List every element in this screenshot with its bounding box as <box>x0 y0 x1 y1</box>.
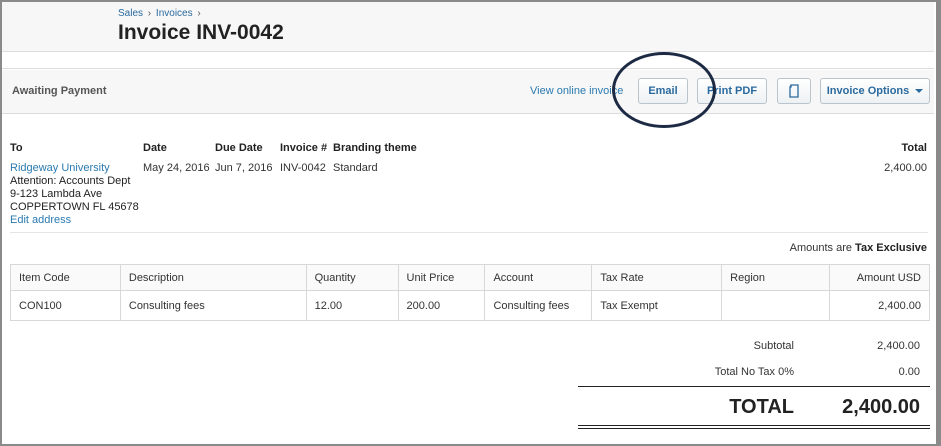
column-header: Region <box>721 264 831 291</box>
breadcrumb-sales[interactable]: Sales <box>118 8 143 19</box>
email-button[interactable]: Email <box>638 78 688 104</box>
amount-cell: 2,400.00 <box>829 290 930 321</box>
tax-rate-cell: Tax Exempt <box>591 290 723 321</box>
column-header: Account <box>484 264 593 291</box>
totals-divider <box>578 386 930 387</box>
invoice-options-label: Invoice Options <box>826 85 910 97</box>
line-items-table: Item Code Description Quantity Unit Pric… <box>10 264 930 321</box>
breadcrumb-separator: › <box>147 8 152 19</box>
invoice-total: 2,400.00 <box>884 162 927 174</box>
table-header-row: Item Code Description Quantity Unit Pric… <box>10 264 930 291</box>
copy-icon <box>789 84 799 98</box>
header-spacer <box>2 53 934 69</box>
column-header: Unit Price <box>397 264 486 291</box>
grand-total-value: 2,400.00 <box>842 396 920 418</box>
description-cell: Consulting fees <box>119 290 307 321</box>
invoice-number-label: Invoice # <box>280 142 328 154</box>
address-line: COPPERTOWN FL 45678 <box>10 201 139 213</box>
address-line: 9-123 Lambda Ave <box>10 188 103 200</box>
date-label: Date <box>143 142 167 154</box>
divider <box>10 232 928 233</box>
column-header: Tax Rate <box>591 264 723 291</box>
contact-name-link[interactable]: Ridgeway University <box>10 162 139 175</box>
account-cell: Consulting fees <box>484 290 593 321</box>
address-line: Attention: Accounts Dept <box>10 175 131 187</box>
due-date-label: Due Date <box>215 142 263 154</box>
quantity-cell: 12.00 <box>305 290 399 321</box>
edit-address-link[interactable]: Edit address <box>10 214 139 227</box>
breadcrumb-invoices[interactable]: Invoices <box>156 8 193 19</box>
caret-down-icon <box>915 89 924 93</box>
branding-theme: Standard <box>333 162 378 174</box>
invoice-number: INV-0042 <box>280 162 326 174</box>
action-bar: Awaiting Payment View online invoice Ema… <box>2 70 934 114</box>
grand-total-label: TOTAL <box>729 396 794 418</box>
invoice-options-button[interactable]: Invoice Options <box>820 78 930 104</box>
total-label: Total <box>901 142 927 154</box>
breadcrumb: Sales › Invoices › <box>118 8 203 19</box>
column-header: Item Code <box>10 264 121 291</box>
breadcrumb-separator: › <box>197 8 201 19</box>
unit-price-cell: 200.00 <box>397 290 486 321</box>
region-cell <box>721 290 831 321</box>
tax-label: Total No Tax 0% <box>714 366 794 378</box>
item-code-cell: CON100 <box>10 290 121 321</box>
to-label: To <box>10 142 23 154</box>
table-row[interactable]: CON100 Consulting fees 12.00 200.00 Cons… <box>10 290 930 321</box>
amounts-note-prefix: Amounts are <box>789 242 852 254</box>
totals-double-line <box>578 425 930 426</box>
print-pdf-button[interactable]: Print PDF <box>697 78 767 104</box>
invoice-date: May 24, 2016 <box>143 162 210 174</box>
branding-theme-label: Branding theme <box>333 142 417 154</box>
column-header: Quantity <box>305 264 399 291</box>
totals-double-line <box>578 428 930 429</box>
due-date: Jun 7, 2016 <box>215 162 273 174</box>
page-header: Sales › Invoices › Invoice INV-0042 <box>2 2 934 52</box>
view-online-invoice-link[interactable]: View online invoice <box>530 85 623 97</box>
tax-value: 0.00 <box>898 366 920 378</box>
to-address-block: Ridgeway University Attention: Accounts … <box>10 162 139 227</box>
amounts-note-mode: Tax Exclusive <box>855 242 927 254</box>
status-text: Awaiting Payment <box>12 85 107 97</box>
column-header: Amount USD <box>829 264 930 291</box>
amounts-note: Amounts are Tax Exclusive <box>790 242 927 254</box>
subtotal-label: Subtotal <box>753 340 794 352</box>
subtotal-value: 2,400.00 <box>877 340 920 352</box>
copy-button[interactable] <box>777 78 811 104</box>
column-header: Description <box>119 264 307 291</box>
page-title: Invoice INV-0042 <box>118 21 284 44</box>
